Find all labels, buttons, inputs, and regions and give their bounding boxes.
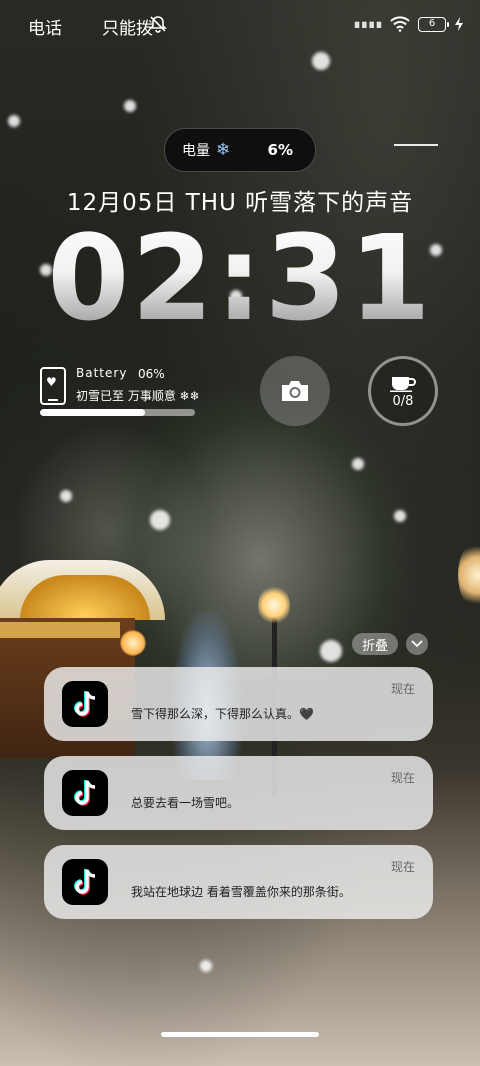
battery-pill-label: 电量 [182, 143, 210, 159]
street-lamp-right [458, 540, 480, 610]
charging-bolt-icon [455, 17, 463, 31]
snowflake-icon: ❄ [216, 140, 231, 160]
clock: 02:31 [0, 213, 480, 344]
notification-card[interactable]: 总要去看一场雪吧。 现在 [44, 756, 433, 830]
camera-button[interactable] [260, 356, 330, 426]
water-tracker-widget[interactable]: 0/8 [368, 356, 438, 426]
emergency-calls-label: 只能拨 [102, 19, 153, 39]
chevron-down-icon[interactable] [406, 633, 428, 655]
wifi-icon [390, 16, 410, 32]
notification-time: 现在 [390, 860, 415, 874]
snowflake [124, 100, 136, 112]
carrier-label: 电话 [28, 19, 62, 39]
snowflake [312, 52, 330, 70]
snowflake [8, 115, 20, 127]
tiktok-icon [62, 770, 108, 816]
battery-progress-bar [40, 409, 195, 416]
battery-pill-widget[interactable]: 电量 ❄ 6% [164, 128, 316, 172]
notification-message: 我站在地球边 看着雪覆盖你来的那条街。 [131, 885, 351, 899]
snowflake [150, 510, 170, 530]
street-lamp-light [258, 585, 290, 625]
battery-widget-title: Battery [76, 366, 128, 380]
snowflake [320, 640, 342, 662]
battery-icon: 6 [418, 16, 449, 32]
battery-progress-fill [40, 409, 146, 416]
battery-level-text: 6 [428, 18, 436, 29]
battery-widget-text: 初雪已至 万事顺意 ❄❄ [76, 389, 200, 403]
signal-icon: ∎∎∎∎ [352, 16, 383, 32]
battery-widget[interactable]: Battery 06% 初雪已至 万事顺意 ❄❄ [40, 365, 240, 425]
snowflake [200, 960, 212, 972]
battery-pill-value: 6% [267, 141, 293, 159]
notification-card[interactable]: 我站在地球边 看着雪覆盖你来的那条街。 现在 [44, 845, 433, 919]
notification-message: 雪下得那么深，下得那么认真。🖤 [131, 707, 314, 721]
tiktok-icon [62, 681, 108, 727]
battery-widget-percent: 06% [138, 367, 165, 381]
camera-icon [282, 381, 308, 401]
notification-message: 总要去看一场雪吧。 [131, 796, 240, 810]
bell-off-icon [149, 16, 167, 33]
lockscreen-dash-indicator [394, 144, 438, 146]
snowflake [352, 458, 364, 470]
tiktok-icon [62, 859, 108, 905]
phone-heart-icon [40, 367, 66, 405]
status-bar: 电话 只能拨 ∎∎∎∎ 6 [0, 0, 480, 48]
snowflake [394, 510, 406, 522]
cup-icon [390, 376, 416, 392]
notification-card[interactable]: 雪下得那么深，下得那么认真。🖤 现在 [44, 667, 433, 741]
collapse-notifications-button[interactable]: 折叠 [352, 633, 398, 655]
water-count: 0/8 [392, 393, 414, 409]
notification-time: 现在 [390, 682, 415, 696]
home-indicator[interactable] [161, 1032, 319, 1037]
snowflake [60, 490, 72, 502]
notification-time: 现在 [390, 771, 415, 785]
